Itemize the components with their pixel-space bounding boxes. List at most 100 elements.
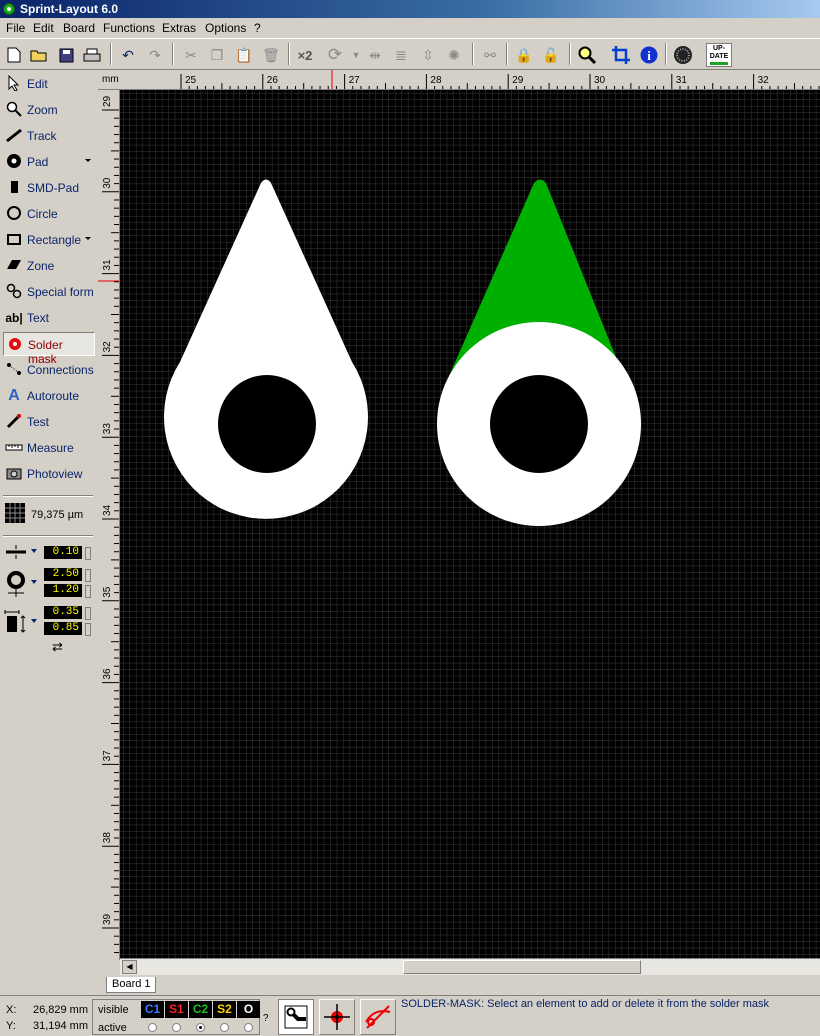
smd-size-icon[interactable] <box>4 608 28 637</box>
layer-toggle-s1[interactable]: S1 <box>165 1001 188 1018</box>
print-icon[interactable] <box>81 44 103 66</box>
zoom-magnifier-icon[interactable] <box>576 44 598 66</box>
tool-autoroute[interactable]: A Autoroute <box>3 384 95 408</box>
layer-toggle-s2[interactable]: S2 <box>213 1001 236 1018</box>
smd-size-dropdown-icon[interactable] <box>31 619 37 623</box>
ruler-left-label: 34 <box>102 504 113 516</box>
tool-solder-mask[interactable]: Solder mask <box>3 332 95 366</box>
board-canvas[interactable] <box>120 90 820 960</box>
menu-functions[interactable]: Functions <box>103 21 155 35</box>
rubberband-button[interactable] <box>360 999 396 1035</box>
menu-edit[interactable]: Edit <box>33 21 54 35</box>
layer-toggle-c2[interactable]: C2 <box>189 1001 212 1018</box>
duplicate-x2-icon[interactable]: ×2 <box>294 44 316 66</box>
tool-track[interactable]: Track <box>3 124 95 148</box>
smd-width-spinner[interactable] <box>85 607 91 620</box>
layer-active-radio-c2[interactable] <box>196 1023 205 1032</box>
horizontal-scrollbar[interactable]: ◀ <box>120 958 820 975</box>
tool-connections[interactable]: Connections <box>3 358 95 382</box>
delete-icon[interactable]: 🗑 <box>260 44 282 66</box>
pad-drill-diameter-field[interactable]: 1.20 <box>44 584 82 597</box>
component-library-icon[interactable] <box>672 44 694 66</box>
lock-icon[interactable]: 🔒 <box>513 44 535 66</box>
y-coordinate: Y: 31,194 mm <box>6 1020 88 1032</box>
snap-crosshair-button[interactable] <box>319 999 355 1035</box>
tool-edit[interactable]: Edit <box>3 72 95 96</box>
info-icon[interactable]: i <box>638 44 660 66</box>
ruler-top-label: 27 <box>349 75 361 86</box>
tool-measure[interactable]: Measure <box>3 436 95 460</box>
ruler-left-label: 33 <box>102 423 113 435</box>
board-drawing[interactable] <box>120 90 820 960</box>
smd-height-spinner[interactable] <box>85 623 91 636</box>
ruler-left-label: 37 <box>102 750 113 762</box>
ruler-top-label: 29 <box>512 75 524 86</box>
tool-smd-pad[interactable]: SMD-Pad <box>3 176 95 200</box>
menu-extras[interactable]: Extras <box>162 21 196 35</box>
layer-toggle-o[interactable]: O <box>237 1001 260 1018</box>
smd-height-field[interactable]: 0.85 <box>44 622 82 635</box>
menu-options[interactable]: Options <box>205 21 246 35</box>
grid-size-button[interactable] <box>5 503 25 523</box>
pad-size-icon[interactable] <box>6 569 26 600</box>
menu-board[interactable]: Board <box>63 21 95 35</box>
tool-test[interactable]: Test <box>3 410 95 434</box>
unlock-icon[interactable]: 🔓 <box>540 44 562 66</box>
smd-width-field[interactable]: 0.35 <box>44 606 82 619</box>
tool-special-form[interactable]: Special form <box>3 280 95 304</box>
layer-active-radio-s1[interactable] <box>172 1023 181 1032</box>
pad-dropdown-icon[interactable] <box>85 159 91 162</box>
track-mode-button[interactable] <box>278 999 314 1035</box>
camera-icon <box>5 465 23 483</box>
tool-zoom[interactable]: Zoom <box>3 98 95 122</box>
explode-icon[interactable]: ✺ <box>443 44 465 66</box>
copy-icon[interactable]: ❐ <box>206 44 228 66</box>
layer-toggle-c1[interactable]: C1 <box>141 1001 164 1018</box>
track-width-spinner[interactable] <box>85 547 91 560</box>
update-label-1: UP- <box>712 45 726 52</box>
save-icon[interactable] <box>55 44 77 66</box>
rectangle-dropdown-icon[interactable] <box>85 237 91 240</box>
paste-icon[interactable]: 📋 <box>233 44 255 66</box>
smd-pad-icon <box>5 179 23 197</box>
menu-help[interactable]: ? <box>254 21 261 35</box>
menu-file[interactable]: File <box>6 21 25 35</box>
x-coordinate: X: 26,829 mm <box>6 1004 88 1016</box>
undo-icon[interactable]: ↶ <box>117 44 139 66</box>
pad-drill-spinner[interactable] <box>85 585 91 598</box>
scrollbar-thumb[interactable] <box>403 960 641 974</box>
mirror-horizontal-icon[interactable]: ⇹ <box>364 44 386 66</box>
scroll-left-icon[interactable]: ◀ <box>122 960 137 974</box>
cut-icon[interactable]: ✂ <box>180 44 202 66</box>
tool-circle[interactable]: Circle <box>3 202 95 226</box>
tool-rectangle[interactable]: Rectangle <box>3 228 95 252</box>
pad-size-dropdown-icon[interactable] <box>31 580 37 584</box>
tool-pad[interactable]: Pad <box>3 150 95 174</box>
ruler-unit-label: mm <box>102 74 119 85</box>
redo-icon[interactable]: ↷ <box>144 44 166 66</box>
tab-board-1[interactable]: Board 1 <box>106 977 156 993</box>
sidebar-separator <box>3 495 93 497</box>
layer-active-radio-c1[interactable] <box>148 1023 157 1032</box>
layer-active-radio-o[interactable] <box>244 1023 253 1032</box>
rotate-icon[interactable]: ⟳ <box>324 44 346 66</box>
update-icon[interactable]: UP- DATE <box>706 43 732 67</box>
group-icon[interactable]: ⚯ <box>479 44 501 66</box>
tool-zone[interactable]: Zone <box>3 254 95 278</box>
layer-active-radio-s2[interactable] <box>220 1023 229 1032</box>
mirror-vertical-icon[interactable]: ⇳ <box>417 44 439 66</box>
track-width-icon[interactable] <box>6 545 26 562</box>
crop-icon[interactable] <box>610 44 632 66</box>
new-file-icon[interactable] <box>3 44 25 66</box>
pad-outer-diameter-field[interactable]: 2.50 <box>44 568 82 581</box>
track-width-dropdown-icon[interactable] <box>31 549 37 553</box>
pad-outer-spinner[interactable] <box>85 569 91 582</box>
open-folder-icon[interactable] <box>28 44 50 66</box>
layer-help-button[interactable]: ? <box>263 1013 269 1024</box>
tool-text[interactable]: ab| Text <box>3 306 95 330</box>
swap-dimensions-icon[interactable]: ⇄ <box>52 639 63 655</box>
status-message: SOLDER-MASK: Select an element to add or… <box>401 998 770 1010</box>
tool-photoview[interactable]: Photoview <box>3 462 95 486</box>
track-width-field[interactable]: 0.10 <box>44 546 82 559</box>
align-icon[interactable]: ≣ <box>390 44 412 66</box>
